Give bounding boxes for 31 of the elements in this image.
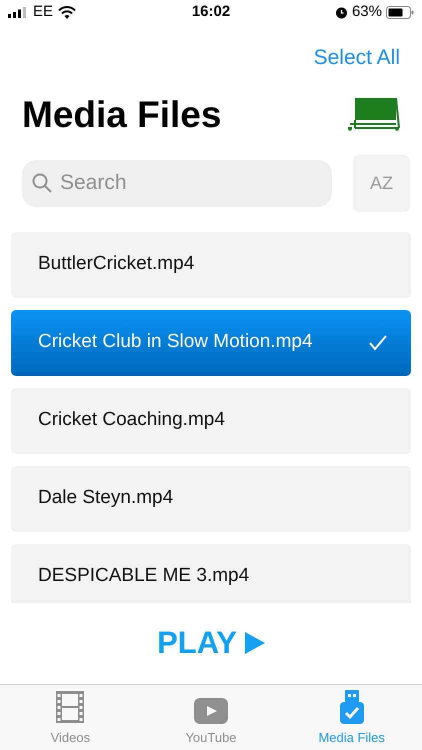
search-field[interactable]: Search bbox=[22, 160, 332, 206]
file-name: Cricket Club in Slow Motion.mp4 bbox=[38, 330, 313, 354]
battery-icon bbox=[386, 6, 414, 18]
checkmark-icon bbox=[369, 334, 387, 350]
file-row[interactable]: DESPICABLE ME 3.mp4 bbox=[11, 544, 411, 602]
file-row[interactable]: Dale Steyn.mp4 bbox=[11, 466, 411, 532]
play-button[interactable]: PLAY bbox=[157, 620, 265, 666]
cricket-screen-icon bbox=[348, 98, 400, 132]
wifi-icon bbox=[58, 6, 76, 18]
tab-bar-item[interactable]: YouTube bbox=[140, 685, 282, 750]
play-icon bbox=[244, 632, 265, 654]
file-row[interactable]: ButtlerCricket.mp4 bbox=[11, 232, 411, 298]
file-row[interactable]: Cricket Club in Slow Motion.mp4 bbox=[11, 310, 411, 376]
carrier-label: EE bbox=[33, 2, 54, 22]
clock-time: 16:02 bbox=[192, 2, 230, 22]
file-row[interactable]: Cricket Coaching.mp4 bbox=[11, 388, 411, 454]
file-name: DESPICABLE ME 3.mp4 bbox=[38, 564, 250, 588]
search-icon bbox=[32, 172, 52, 192]
battery-percent: 63% bbox=[352, 2, 382, 22]
alarm-icon bbox=[334, 6, 348, 18]
usb-check-icon bbox=[340, 690, 364, 724]
file-name: ButtlerCricket.mp4 bbox=[38, 252, 194, 276]
signal-icon bbox=[8, 6, 28, 18]
play-icon bbox=[194, 698, 228, 724]
sort-button[interactable]: AZ bbox=[353, 154, 410, 212]
file-name: Dale Steyn.mp4 bbox=[38, 486, 174, 510]
page-title: Media Files bbox=[22, 92, 222, 137]
file-name: Cricket Coaching.mp4 bbox=[38, 408, 225, 432]
tab-bar-item[interactable]: Media Files bbox=[281, 685, 422, 750]
select-all-button[interactable]: Select All bbox=[314, 42, 400, 74]
tab-bar-item[interactable]: Videos bbox=[0, 685, 141, 750]
